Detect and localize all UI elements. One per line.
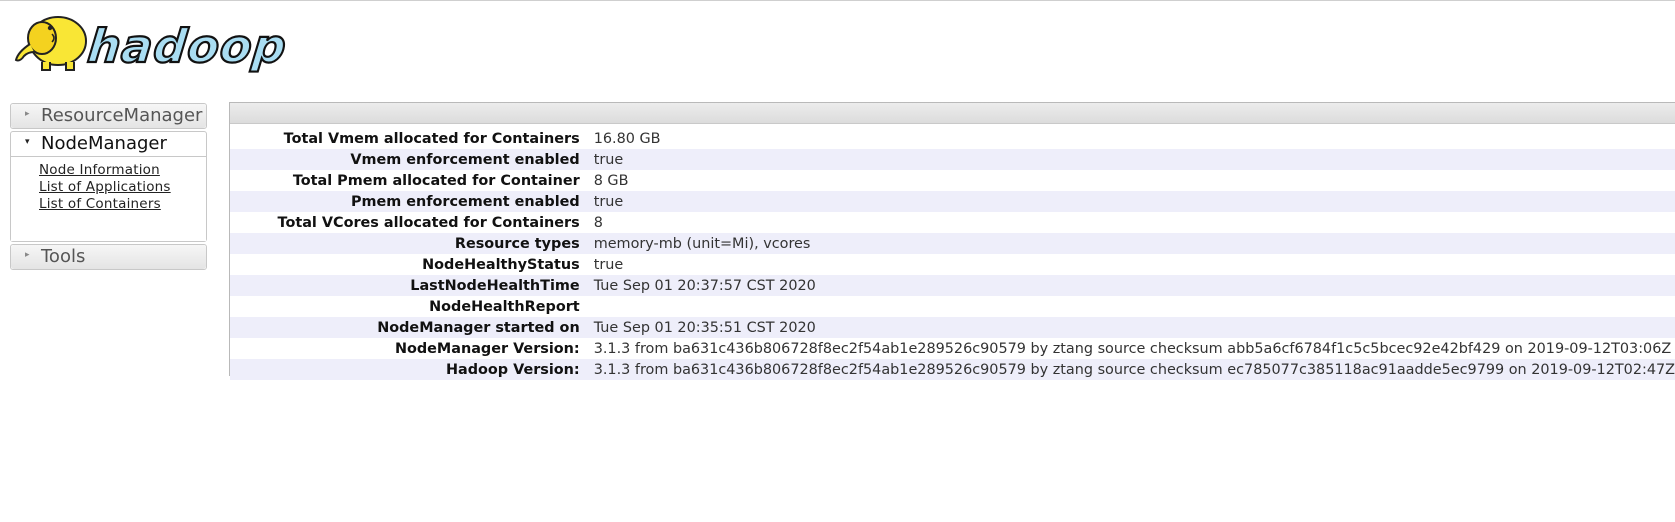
row-key: Resource types (230, 233, 594, 254)
nav-body-nodemanager: Node Information List of Applications Li… (11, 157, 206, 241)
triangle-right-icon: ▸ (25, 250, 30, 260)
table-row: Hadoop Version: 3.1.3 from ba631c436b8067… (230, 359, 1675, 380)
row-value: true (593, 149, 1675, 170)
hadoop-logo[interactable]: hadoop (12, 8, 312, 78)
table-row: NodeManager Version: 3.1.3 from ba631c436… (230, 338, 1675, 359)
row-key: Pmem enforcement enabled (230, 191, 594, 212)
nav-header-label: Tools (41, 246, 86, 267)
table-row: LastNodeHealthTime Tue Sep 01 20:37:57 CS… (230, 275, 1675, 296)
row-key: NodeHealthReport (429, 298, 580, 315)
sidebar-nav: ▸ ResourceManager ▾ NodeManager Node Infor… (10, 103, 207, 272)
nav-link-list-of-applications[interactable]: List of Applications (39, 179, 206, 196)
table-row: NodeHealthReport (230, 296, 1675, 317)
row-value: 16.80 GB (593, 130, 661, 147)
table-row: NodeManager started on Tue Sep 01 20:35:5… (230, 317, 1675, 338)
node-info-table: Total Vmem allocated for Containers 16.80… (230, 128, 1675, 380)
nav-section-tools: ▸ Tools (10, 244, 207, 270)
table-row: Total VCores allocated for Containers 8 (230, 212, 1675, 233)
row-value: 8 (593, 214, 603, 231)
row-key: NodeManager Version: (394, 340, 580, 357)
row-value: true (593, 191, 1675, 212)
table-row: Resource types memory-mb (unit=Mi), vcore… (230, 233, 1675, 254)
logo-text: hadoop (85, 19, 289, 73)
nav-link-list-of-containers[interactable]: List of Containers (39, 196, 206, 213)
row-key: NodeHealthyStatus (422, 256, 580, 273)
node-info-panel: Total Vmem allocated for Containers 16.80… (229, 102, 1675, 380)
nav-header-label: ResourceManager (41, 105, 203, 126)
row-value: Tue Sep 01 20:37:57 CST 2020 (593, 275, 1675, 296)
nav-header-tools[interactable]: ▸ Tools (11, 245, 206, 269)
row-value: Tue Sep 01 20:35:51 CST 2020 (593, 317, 1675, 338)
nav-link-node-information[interactable]: Node Information (39, 162, 206, 179)
triangle-right-icon: ▸ (25, 109, 30, 119)
nav-section-nodemanager: ▾ NodeManager Node Information List of Ap… (10, 131, 207, 242)
page-top-border (0, 0, 1675, 1)
hadoop-logo-graphic: hadoop (14, 16, 291, 74)
row-key: LastNodeHealthTime (230, 275, 594, 296)
row-value: 3.1.3 from ba631c436b806728f8ec2f54ab1e2… (593, 359, 1675, 380)
row-key: Hadoop Version: (230, 359, 594, 380)
row-key: NodeManager started on (230, 317, 594, 338)
nav-header-nodemanager[interactable]: ▾ NodeManager (11, 132, 206, 157)
table-row: NodeHealthyStatus true (230, 254, 1675, 275)
table-row: Vmem enforcement enabled true (230, 149, 1675, 170)
row-value: true (593, 256, 624, 273)
row-key: Total VCores allocated for Containers (277, 214, 580, 231)
elephant-icon (14, 16, 87, 71)
nav-section-resourcemanager: ▸ ResourceManager (10, 103, 207, 129)
row-key: Vmem enforcement enabled (230, 149, 594, 170)
row-value: 8 GB (593, 172, 629, 189)
nav-header-label: NodeManager (41, 133, 167, 154)
row-key: Total Pmem allocated for Container (292, 172, 580, 189)
table-row: Total Pmem allocated for Container 8 GB (230, 170, 1675, 191)
node-info-panel-header (230, 103, 1675, 124)
table-row: Pmem enforcement enabled true (230, 191, 1675, 212)
triangle-down-icon: ▾ (25, 137, 30, 147)
nav-header-resourcemanager[interactable]: ▸ ResourceManager (11, 104, 206, 128)
table-row: Total Vmem allocated for Containers 16.80… (230, 128, 1675, 149)
row-value: 3.1.3 from ba631c436b806728f8ec2f54ab1e2… (593, 340, 1672, 357)
row-value: memory-mb (unit=Mi), vcores (593, 233, 1675, 254)
row-value (594, 296, 1675, 317)
row-key: Total Vmem allocated for Containers (283, 130, 580, 147)
